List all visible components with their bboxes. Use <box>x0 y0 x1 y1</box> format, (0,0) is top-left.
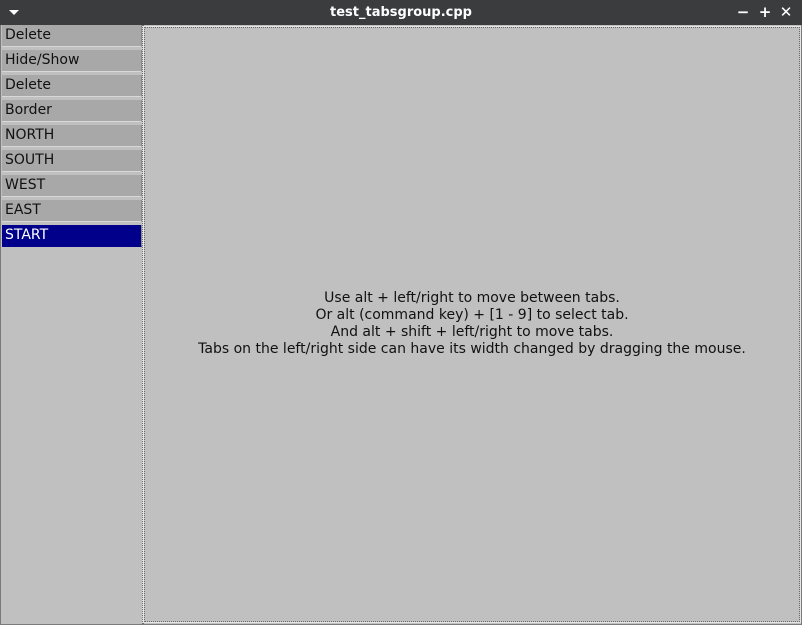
tab-content-panel: Use alt + left/right to move between tab… <box>143 26 801 623</box>
tab-south[interactable]: SOUTH <box>2 150 142 172</box>
help-line: And alt + shift + left/right to move tab… <box>330 324 614 340</box>
tab-border[interactable]: Border <box>2 100 142 122</box>
close-button[interactable]: ✕ <box>777 3 795 21</box>
minimize-button[interactable]: − <box>734 3 752 21</box>
tab-delete[interactable]: Delete <box>2 25 142 47</box>
tab-north[interactable]: NORTH <box>2 125 142 147</box>
tab-list: Delete Hide/Show Delete Border NORTH SOU… <box>0 25 142 625</box>
window-title: test_tabsgroup.cpp <box>330 5 472 20</box>
tab-delete-2[interactable]: Delete <box>2 75 142 97</box>
app-window: test_tabsgroup.cpp − + ✕ Delete Hide/Sho… <box>0 0 802 625</box>
help-text: Use alt + left/right to move between tab… <box>145 290 799 358</box>
help-line: Tabs on the left/right side can have its… <box>198 341 746 357</box>
tab-start[interactable]: START <box>2 225 142 247</box>
help-line: Or alt (command key) + [1 - 9] to select… <box>315 307 629 323</box>
tab-west[interactable]: WEST <box>2 175 142 197</box>
tab-east[interactable]: EAST <box>2 200 142 222</box>
tab-hide-show[interactable]: Hide/Show <box>2 50 142 72</box>
help-line: Use alt + left/right to move between tab… <box>324 290 620 306</box>
title-bar[interactable]: test_tabsgroup.cpp − + ✕ <box>0 0 802 25</box>
maximize-button[interactable]: + <box>756 3 774 21</box>
